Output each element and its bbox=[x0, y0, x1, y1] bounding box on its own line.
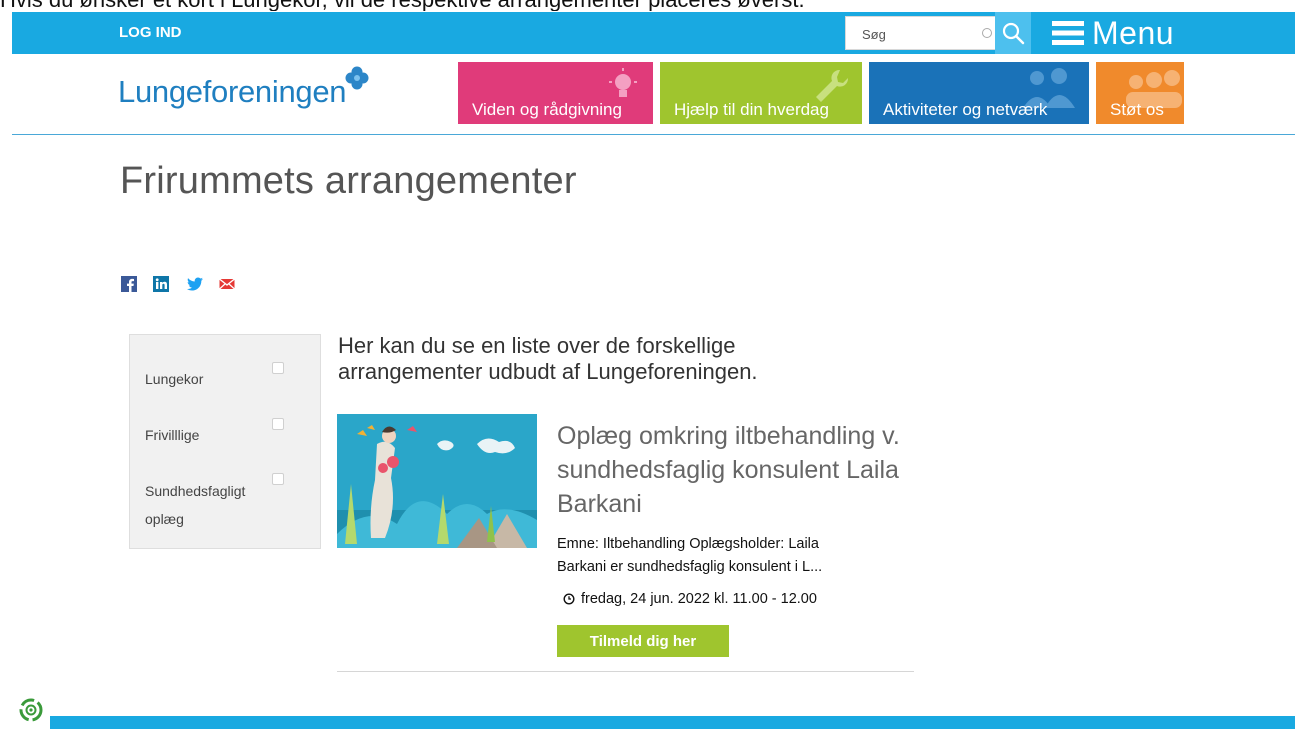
filter-label-line: Sundhedsfagligt bbox=[145, 483, 246, 499]
nav-tab-label: Hjælp til din hverdag bbox=[674, 100, 829, 119]
nav-tab-viden[interactable]: Viden og rådgivning bbox=[458, 62, 653, 124]
search-box bbox=[845, 16, 1007, 51]
filter-panel: Lungekor Frivilllige Sundhedsfagligt opl… bbox=[129, 334, 321, 549]
clock-icon bbox=[563, 593, 575, 605]
page-title: Frirummets arrangementer bbox=[120, 160, 577, 202]
top-bar: LOG IND Menu bbox=[12, 12, 1295, 54]
event-description: Emne: Iltbehandling Oplægsholder: Laila … bbox=[557, 536, 823, 575]
menu-label: Menu bbox=[1092, 14, 1175, 51]
hamburger-icon bbox=[1052, 21, 1084, 45]
cookie-consent-icon[interactable] bbox=[18, 697, 44, 723]
filter-checkbox-frivillige[interactable] bbox=[272, 418, 284, 430]
filter-label-lungekor: Lungekor bbox=[145, 371, 204, 387]
intro-text: Her kan du se en liste over de forskelli… bbox=[338, 333, 758, 384]
cut-off-top-text: Hvis du ønsker et kort i Lungekor, vil d… bbox=[0, 0, 1100, 11]
menu-button[interactable]: Menu bbox=[1052, 12, 1174, 54]
nav-tab-hjaelp[interactable]: Hjælp til din hverdag bbox=[660, 62, 862, 124]
email-icon[interactable] bbox=[219, 276, 235, 292]
filter-label-line: oplæg bbox=[145, 511, 184, 527]
event-divider bbox=[337, 671, 914, 672]
footer-bar bbox=[50, 716, 1295, 729]
nav-tab-stoet[interactable]: Støt os bbox=[1096, 62, 1184, 124]
nav-tab-label: Viden og rådgivning bbox=[472, 100, 622, 119]
nav-tab-aktiviteter[interactable]: Aktiviteter og netværk bbox=[869, 62, 1089, 124]
search-icon bbox=[1002, 22, 1025, 45]
logo-text[interactable]: Lungeforeningen bbox=[118, 74, 347, 110]
search-button[interactable] bbox=[995, 12, 1031, 54]
twitter-icon[interactable] bbox=[187, 276, 203, 292]
linkedin-icon[interactable] bbox=[153, 276, 169, 292]
event-date-text: fredag, 24 jun. 2022 kl. 11.00 - 12.00 bbox=[581, 591, 817, 607]
logo-flower-icon bbox=[345, 66, 369, 90]
event-date: fredag, 24 jun. 2022 kl. 11.00 - 12.00 bbox=[563, 591, 817, 607]
event-title[interactable]: Oplæg omkring iltbehandling v. sundhedsf… bbox=[557, 419, 917, 521]
filter-label-sundhedsfagligt: Sundhedsfagligt oplæg bbox=[145, 477, 245, 533]
filter-label-frivillige: Frivilllige bbox=[145, 427, 200, 443]
login-link[interactable]: LOG IND bbox=[119, 24, 182, 41]
filter-checkbox-lungekor[interactable] bbox=[272, 362, 284, 374]
event-illustration[interactable] bbox=[337, 414, 537, 548]
nav-tab-label: Aktiviteter og netværk bbox=[883, 100, 1048, 119]
search-input[interactable] bbox=[846, 17, 984, 51]
search-clear-icon[interactable] bbox=[982, 28, 992, 38]
filter-checkbox-sundhedsfagligt[interactable] bbox=[272, 473, 284, 485]
header-divider bbox=[12, 134, 1295, 135]
signup-button[interactable]: Tilmeld dig her bbox=[557, 625, 729, 657]
nav-tab-label: Støt os bbox=[1110, 100, 1164, 119]
facebook-icon[interactable] bbox=[121, 276, 137, 292]
